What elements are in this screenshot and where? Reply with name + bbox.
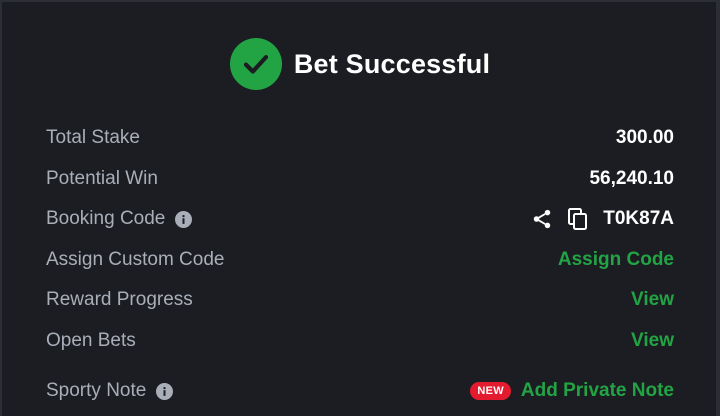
open-bets-view-link[interactable]: View	[631, 330, 674, 352]
reward-progress-row: Reward Progress View	[46, 280, 674, 321]
booking-code-row: Booking Code T0K87A	[46, 199, 674, 240]
booking-code-label: Booking Code	[46, 208, 166, 230]
copy-icon[interactable]	[567, 207, 589, 231]
check-icon	[229, 38, 282, 90]
open-bets-row: Open Bets View	[46, 321, 674, 362]
bet-details-list: Total Stake 300.00 Potential Win 56,240.…	[46, 118, 674, 412]
info-icon[interactable]	[156, 382, 174, 400]
info-icon[interactable]	[175, 210, 193, 228]
booking-code-label-group: Booking Code	[46, 208, 193, 230]
add-private-note-link[interactable]: Add Private Note	[521, 380, 674, 402]
sporty-note-actions: NEW Add Private Note	[470, 380, 674, 402]
open-bets-label: Open Bets	[46, 329, 136, 351]
sporty-note-label: Sporty Note	[46, 380, 147, 402]
assign-custom-code-label: Assign Custom Code	[46, 248, 225, 270]
reward-progress-label: Reward Progress	[46, 289, 193, 311]
sporty-note-label-group: Sporty Note	[46, 380, 174, 402]
total-stake-value: 300.00	[615, 127, 674, 149]
top-divider	[0, 0, 720, 2]
new-badge: NEW	[470, 382, 511, 401]
reward-progress-view-link[interactable]: View	[631, 289, 674, 311]
potential-win-row: Potential Win 56,240.10	[46, 159, 674, 200]
assign-custom-code-row: Assign Custom Code Assign Code	[46, 240, 674, 281]
potential-win-label: Potential Win	[46, 167, 158, 189]
bet-confirmation-panel: Bet Successful Total Stake 300.00 Potent…	[0, 0, 720, 416]
success-header: Bet Successful	[0, 38, 720, 90]
booking-code-value[interactable]: T0K87A	[603, 208, 674, 230]
potential-win-value: 56,240.10	[589, 167, 674, 189]
share-icon[interactable]	[531, 208, 553, 230]
success-title: Bet Successful	[293, 48, 491, 79]
booking-code-actions: T0K87A	[531, 207, 674, 231]
assign-code-link[interactable]: Assign Code	[558, 249, 674, 271]
total-stake-label: Total Stake	[46, 127, 140, 149]
total-stake-row: Total Stake 300.00	[46, 118, 674, 159]
sporty-note-row: Sporty Note NEW Add Private Note	[46, 371, 674, 412]
